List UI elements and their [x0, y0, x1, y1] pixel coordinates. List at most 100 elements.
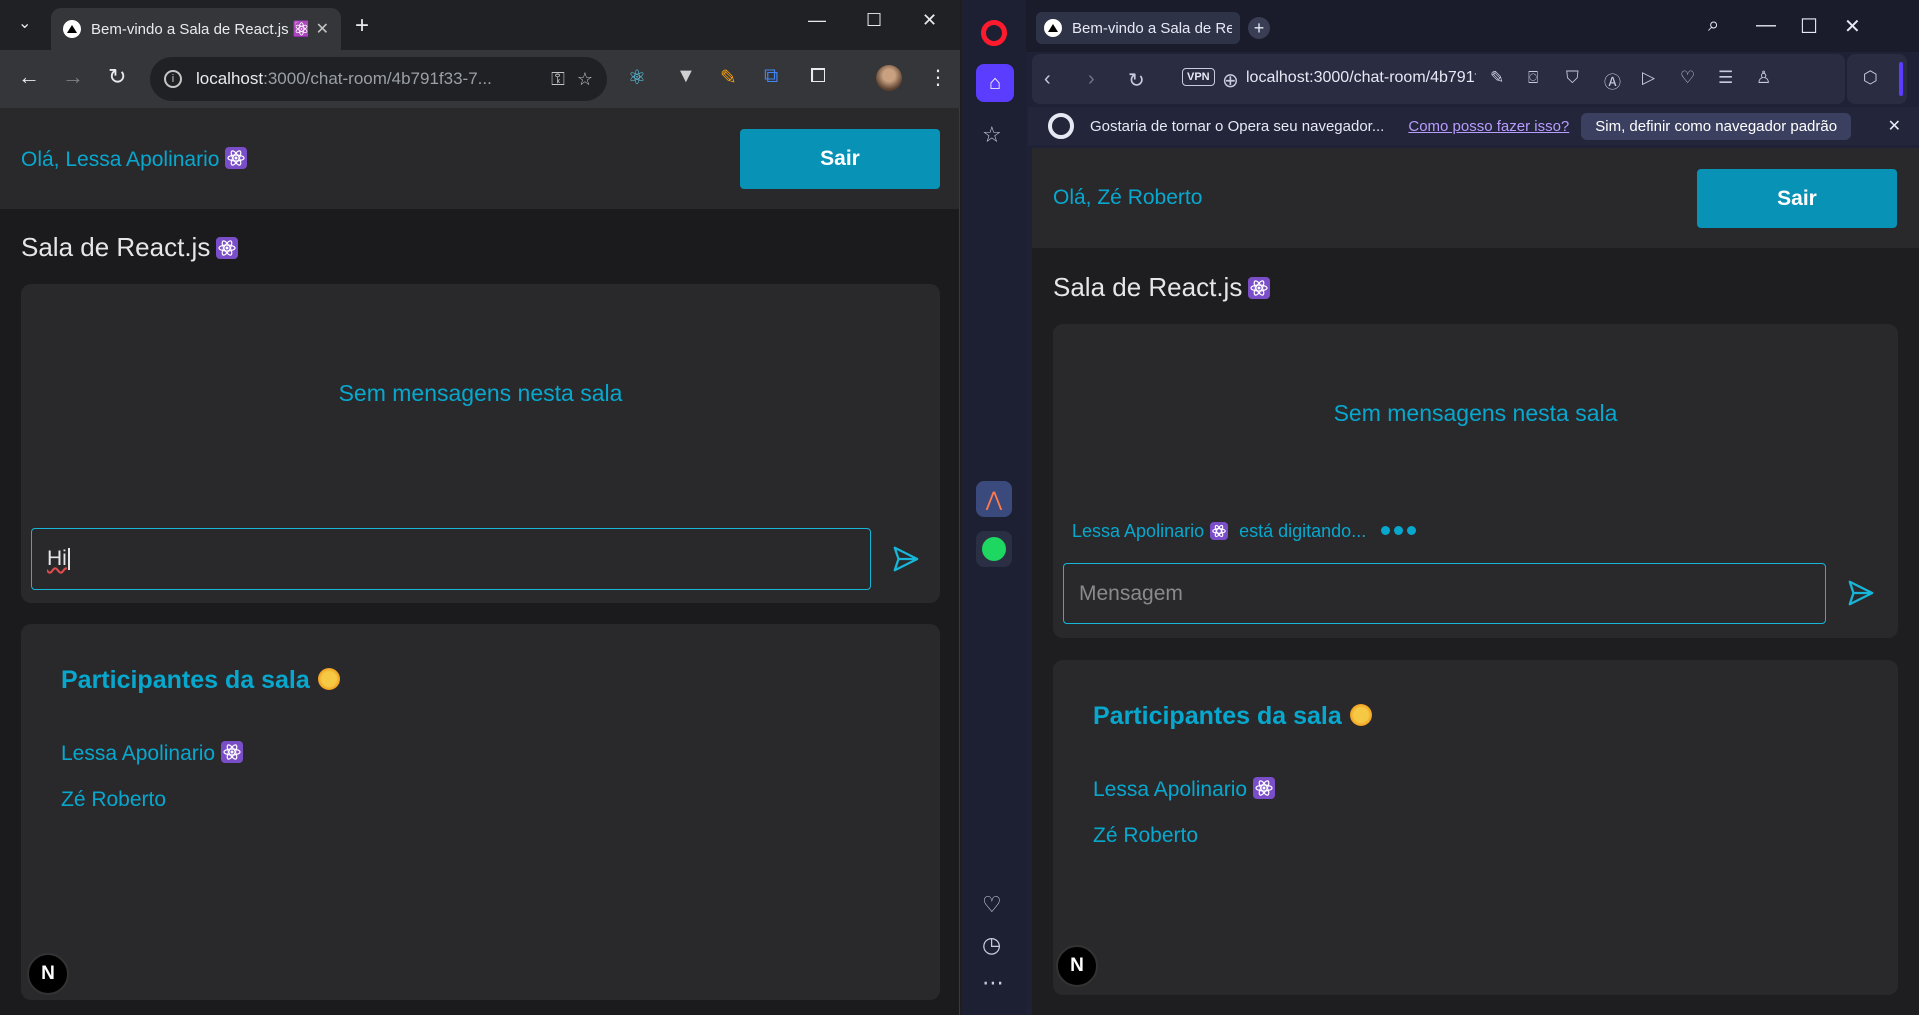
forward-icon[interactable]: → — [62, 64, 84, 90]
speed-dial-icon[interactable]: ☆ — [982, 122, 1002, 148]
maximize-icon[interactable]: ☐ — [866, 10, 882, 31]
chrome-menu-icon[interactable]: ⋮ — [928, 65, 948, 90]
opera-window: ⌂ ☆ ⋀ ♡ ◷ ⋯ Bem-vindo a Sala de React.js… — [962, 0, 1919, 1015]
participants-panel: Participantes da sala Lessa Apolinario Z… — [1053, 660, 1898, 995]
reload-icon[interactable]: ↻ — [1128, 68, 1145, 93]
participants-title: Participantes da sala — [61, 666, 340, 695]
default-browser-prompt: Gostaria de tornar o Opera seu navegador… — [1090, 117, 1385, 135]
profile-avatar[interactable] — [876, 65, 902, 91]
send-icon[interactable] — [1846, 578, 1876, 608]
react-devtools-icon[interactable]: ⚛ — [628, 65, 646, 90]
color-picker-icon[interactable]: ✎ — [720, 65, 737, 90]
default-browser-bar: Gostaria de tornar o Opera seu navegador… — [1028, 107, 1919, 145]
send-icon[interactable] — [891, 544, 921, 574]
translate-icon[interactable]: ⧉ — [764, 65, 778, 88]
aria-app-icon[interactable]: ⋀ — [976, 481, 1012, 517]
extensions-cube-icon[interactable]: ⬡ — [1863, 68, 1878, 88]
chat-panel: Sem mensagens nesta sala Hi — [21, 284, 940, 603]
typing-indicator: Lessa Apolinario está digitando... — [1072, 521, 1420, 542]
text-caret — [67, 548, 70, 570]
opera-logo-icon[interactable] — [981, 20, 1007, 46]
sun-emoji-icon — [1349, 704, 1372, 726]
participant-item: Lessa Apolinario — [1093, 777, 1276, 802]
message-input[interactable]: Hi — [31, 528, 871, 590]
sun-emoji-icon — [317, 668, 340, 690]
dismiss-bar-icon[interactable]: ✕ — [1888, 116, 1901, 136]
tab-title: Bem-vindo a Sala de React.js — [1072, 19, 1232, 37]
react-emoji-icon — [221, 741, 244, 763]
favicon-icon — [63, 20, 81, 38]
minimize-icon[interactable]: — — [1756, 14, 1776, 37]
participants-panel: Participantes da sala Lessa Apolinario Z… — [21, 624, 940, 1000]
heart-icon[interactable]: ♡ — [1680, 68, 1695, 88]
tab-close-icon[interactable]: ✕ — [316, 19, 329, 39]
globe-icon: ⊕ — [1222, 70, 1239, 92]
address-bar[interactable]: ‹ › ↻ VPN ⊕ localhost:3000/chat-room/4b7… — [1032, 54, 1845, 104]
opera-page: Olá, Zé Roberto Sair Sala de React.js Se… — [1032, 148, 1919, 1015]
how-to-link[interactable]: Como posso fazer isso? — [1408, 118, 1569, 135]
address-url: localhost:3000/chat-room/4b791f33-7... — [196, 69, 492, 88]
maximize-icon[interactable]: ☐ — [1800, 14, 1818, 39]
react-emoji-icon — [216, 237, 239, 259]
account-icon[interactable]: ♙ — [1756, 68, 1771, 88]
room-title: Sala de React.js — [21, 232, 239, 263]
password-key-icon[interactable]: ⚿ — [551, 69, 565, 90]
close-window-icon[interactable]: ✕ — [1844, 14, 1861, 39]
site-info-icon[interactable]: i — [164, 70, 182, 88]
edit-icon[interactable]: ✎ — [1490, 68, 1504, 88]
history-clock-icon[interactable]: ◷ — [982, 932, 1001, 958]
typing-dots — [1381, 521, 1420, 542]
home-icon[interactable]: ⌂ — [976, 64, 1014, 102]
tab-title: Bem-vindo a Sala de React.js ⚛️ — [91, 21, 308, 38]
new-tab-button[interactable]: + — [355, 12, 369, 40]
opera-tab-active[interactable]: Bem-vindo a Sala de React.js — [1036, 12, 1240, 44]
tab-search-chevron-icon[interactable]: ⌄ — [18, 13, 31, 33]
favorites-heart-icon[interactable]: ♡ — [982, 892, 1002, 918]
translate-icon[interactable]: Ⓐ — [1604, 68, 1621, 93]
extensions-icon[interactable]: ⧠ — [810, 65, 826, 88]
spotify-icon[interactable] — [976, 531, 1012, 567]
reload-icon[interactable]: ↻ — [108, 64, 126, 90]
nextjs-dev-badge[interactable]: N — [27, 953, 69, 995]
message-input[interactable]: Mensagem — [1063, 563, 1826, 624]
flow-send-icon[interactable]: ▷ — [1642, 68, 1655, 88]
chrome-tab-strip: ⌄ Bem-vindo a Sala de React.js ⚛️ ✕ + — … — [0, 0, 960, 50]
participant-item: Zé Roberto — [61, 788, 167, 811]
empty-messages-text: Sem mensagens nesta sala — [1333, 400, 1618, 426]
react-emoji-icon — [1253, 777, 1276, 799]
typing-text: está digitando... — [1239, 521, 1367, 541]
vue-devtools-icon[interactable]: ▼ — [676, 65, 696, 88]
back-icon[interactable]: ‹ — [1044, 68, 1051, 91]
search-tabs-icon[interactable]: ⌕ — [1708, 14, 1719, 37]
close-window-icon[interactable]: ✕ — [922, 10, 937, 31]
easy-setup-icon[interactable]: ☰ — [1718, 68, 1733, 88]
shield-icon[interactable]: ⛉ — [1566, 68, 1579, 88]
forward-icon[interactable]: › — [1088, 68, 1095, 91]
bookmark-star-icon[interactable]: ☆ — [577, 69, 593, 90]
minimize-icon[interactable]: — — [808, 10, 826, 31]
back-icon[interactable]: ← — [18, 64, 40, 90]
react-emoji-icon — [1248, 277, 1271, 299]
logout-button[interactable]: Sair — [740, 129, 940, 189]
greeting: Olá, Lessa Apolinario — [21, 147, 248, 172]
participant-item: Zé Roberto — [1093, 824, 1199, 847]
react-emoji-icon — [225, 147, 248, 169]
address-bar[interactable]: i localhost:3000/chat-room/4b791f33-7...… — [150, 57, 607, 101]
participant-item: Lessa Apolinario — [61, 741, 244, 766]
extensions-area: ⬡ — [1847, 54, 1907, 104]
chrome-tab-active[interactable]: Bem-vindo a Sala de React.js ⚛️ ✕ — [51, 8, 341, 50]
nextjs-dev-badge[interactable]: N — [1056, 945, 1098, 987]
typing-user: Lessa Apolinario — [1072, 521, 1205, 541]
empty-messages-text: Sem mensagens nesta sala — [338, 380, 623, 406]
app-header: Olá, Zé Roberto Sair — [1032, 148, 1919, 248]
logout-button[interactable]: Sair — [1697, 169, 1897, 228]
set-default-button[interactable]: Sim, definir como navegador padrão — [1581, 112, 1852, 140]
vpn-badge[interactable]: VPN — [1182, 68, 1215, 86]
room-title: Sala de React.js — [1053, 272, 1271, 303]
address-url: localhost:3000/chat-room/4b791f33-78b — [1246, 69, 1476, 86]
chrome-window: ⌄ Bem-vindo a Sala de React.js ⚛️ ✕ + — … — [0, 0, 960, 1015]
more-options-icon[interactable]: ⋯ — [982, 970, 1004, 996]
snapshot-camera-icon[interactable]: ⌼ — [1528, 68, 1538, 88]
chat-panel: Sem mensagens nesta sala Lessa Apolinari… — [1053, 324, 1898, 638]
new-tab-button[interactable]: + — [1248, 17, 1270, 39]
